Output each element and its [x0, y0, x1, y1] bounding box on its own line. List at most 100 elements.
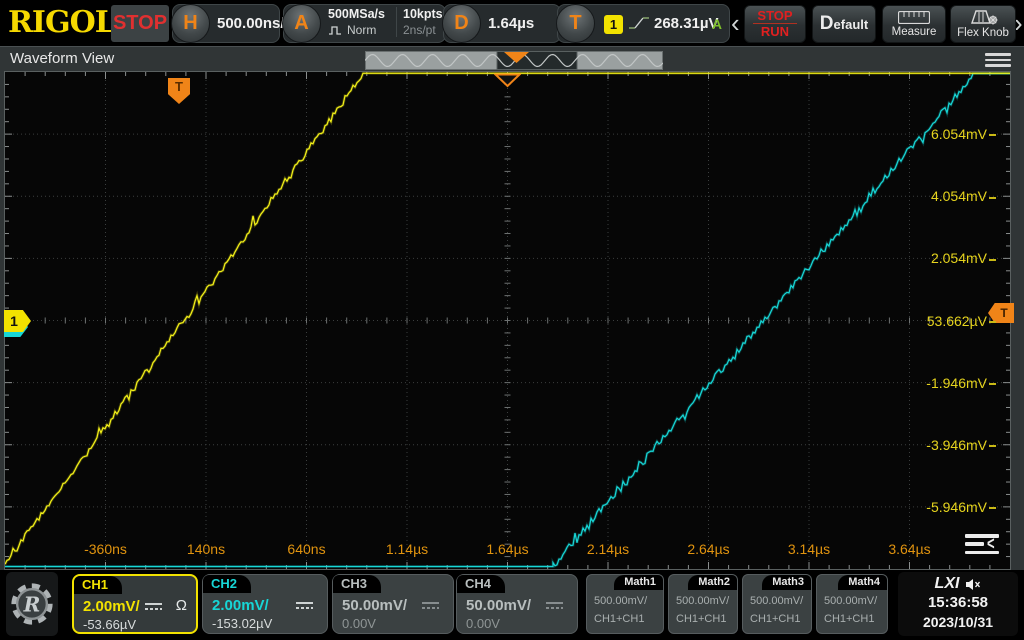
stop-run-button[interactable]: STOP RUN [744, 5, 806, 43]
delay-position-icon[interactable] [494, 73, 521, 88]
top-bar: RIGOL STOP H 500.00ns/ A 500MSa/s Norm 1… [0, 0, 1024, 46]
acquisition-rate-block: 500MSa/s Norm [328, 7, 394, 37]
math1-tab[interactable]: Math1 [614, 575, 663, 590]
ch3-tab[interactable]: CH3 [333, 575, 381, 593]
math-box-math1[interactable]: Math1 500.00mV/ CH1+CH1 [586, 574, 664, 634]
channel-box-ch2[interactable]: CH2 2.00mV/ -153.02µV [202, 574, 328, 634]
time-per-point: 2ns/pt [403, 23, 443, 37]
flex-knob-label: Flex Knob [957, 27, 1009, 39]
dc-coupling-icon [546, 602, 563, 611]
acquisition-group[interactable]: A 500MSa/s Norm 10kpts 2ns/pt [283, 4, 446, 43]
horizontal-knob[interactable]: H [171, 4, 210, 43]
math-box-math4[interactable]: Math4 500.00mV/ CH1+CH1 [816, 574, 888, 634]
y-axis-label: 2.054mV [931, 250, 996, 266]
trigger-status: A [712, 5, 722, 42]
system-status-box[interactable]: LXI 15:36:58 2023/10/31 [898, 572, 1018, 636]
ch2-offset: -153.02µV [212, 616, 272, 631]
math-box-math2[interactable]: Math2 500.00mV/ CH1+CH1 [668, 574, 738, 634]
horizontal-scale-value: 500.00ns/ [217, 5, 285, 42]
ch4-scale: 50.00mV/ [466, 597, 531, 614]
x-axis-label: 2.64µs [687, 541, 729, 557]
hamburger-menu-icon[interactable] [985, 53, 1011, 70]
collapse-menu-icon[interactable]: < [965, 534, 999, 558]
ch1-scale: 2.00mV/ [83, 598, 140, 615]
memory-depth: 10kpts [403, 7, 443, 21]
graticule-plot-area[interactable]: T T 1 < -360ns140ns640ns1.14µs1.64µs2.14… [4, 71, 1011, 570]
y-axis-label: -5.946mV [926, 499, 996, 515]
memory-depth-block: 10kpts 2ns/pt [396, 7, 443, 37]
ch2-scale: 2.00mV/ [212, 597, 269, 614]
channel-box-ch3[interactable]: CH3 50.00mV/ 0.00V [332, 574, 454, 634]
ch1-tab[interactable]: CH1 [74, 576, 122, 594]
math1-scale: 500.00mV/ [594, 595, 647, 607]
delay-value: 1.64µs [488, 5, 534, 42]
trigger-level-value: 268.31µV [654, 5, 719, 42]
channel-status-bar: R CH1 2.00mV/ Ω -53.66µV CH2 2.00mV/ -15… [0, 570, 1024, 640]
math4-tab[interactable]: Math4 [838, 575, 887, 590]
acquisition-mode: Norm [347, 23, 376, 37]
gear-icon: R [9, 581, 55, 627]
pulse-icon [328, 25, 343, 35]
clock-date: 2023/10/31 [898, 613, 1018, 631]
rising-edge-icon [628, 14, 650, 32]
rigol-logo: RIGOL [8, 5, 115, 40]
delay-group[interactable]: D 1.64µs [443, 4, 561, 43]
sample-rate: 500MSa/s [328, 7, 394, 21]
math2-expression: CH1+CH1 [676, 613, 726, 625]
measure-label: Measure [892, 26, 937, 38]
lxi-label: LXI [935, 575, 960, 593]
ch3-offset: 0.00V [342, 616, 376, 631]
speaker-muted-icon [965, 578, 981, 591]
horizontal-scale-group[interactable]: H 500.00ns/ [172, 4, 280, 43]
x-axis-label: -360ns [84, 541, 127, 557]
y-axis-label: -1.946mV [926, 375, 996, 391]
y-axis-label: 4.054mV [931, 188, 996, 204]
math4-expression: CH1+CH1 [824, 613, 874, 625]
stop-run-line1: STOP [753, 8, 796, 24]
run-state-indicator[interactable]: STOP [111, 5, 169, 42]
trigger-source-badge: 1 [604, 15, 623, 34]
measure-button[interactable]: Measure [882, 5, 946, 43]
default-button[interactable]: Default [812, 5, 876, 43]
x-axis-label: 1.14µs [386, 541, 428, 557]
y-axis-label: 6.054mV [931, 126, 996, 142]
math3-expression: CH1+CH1 [750, 613, 800, 625]
channel-box-ch4[interactable]: CH4 50.00mV/ 0.00V [456, 574, 578, 634]
x-axis-label: 140ns [187, 541, 225, 557]
waveform-overview-strip[interactable] [365, 51, 663, 70]
rigol-gear-logo[interactable]: R [6, 572, 58, 636]
toolbar-prev-icon[interactable]: ‹ [731, 4, 740, 42]
dc-coupling-icon [296, 602, 313, 611]
ch3-scale: 50.00mV/ [342, 597, 407, 614]
oscilloscope-screen: RIGOL STOP H 500.00ns/ A 500MSa/s Norm 1… [0, 0, 1024, 640]
x-axis-label: 3.14µs [788, 541, 830, 557]
trigger-knob[interactable]: T [556, 4, 595, 43]
clock-time: 15:36:58 [898, 593, 1018, 613]
ch2-tab[interactable]: CH2 [203, 575, 251, 593]
waveform-view-title: Waveform View [10, 50, 114, 67]
flex-knob-button[interactable]: Flex Knob [950, 5, 1016, 43]
math-box-math3[interactable]: Math3 500.00mV/ CH1+CH1 [742, 574, 812, 634]
y-axis-label: 53.662µV [927, 313, 996, 329]
math3-tab[interactable]: Math3 [762, 575, 811, 590]
x-axis-label: 1.64µs [486, 541, 528, 557]
ch4-offset: 0.00V [466, 616, 500, 631]
math2-tab[interactable]: Math2 [688, 575, 737, 590]
math3-scale: 500.00mV/ [750, 595, 803, 607]
channel-box-ch1[interactable]: CH1 2.00mV/ Ω -53.66µV [72, 574, 198, 634]
trigger-group[interactable]: T 1 268.31µV A [557, 4, 730, 43]
math2-scale: 500.00mV/ [676, 595, 729, 607]
y-axis-label: -3.946mV [926, 437, 996, 453]
delay-knob[interactable]: D [442, 4, 481, 43]
waveform-view-panel: Waveform View T T 1 < -360ns140ns640ns1.… [0, 46, 1024, 570]
ch1-impedance: Ω [176, 597, 187, 614]
knob-icon [968, 9, 998, 25]
x-axis-label: 3.64µs [888, 541, 930, 557]
x-axis-label: 640ns [287, 541, 325, 557]
dc-coupling-icon [422, 602, 439, 611]
stop-run-line2: RUN [761, 24, 789, 40]
ch4-tab[interactable]: CH4 [457, 575, 505, 593]
acquire-knob[interactable]: A [282, 4, 321, 43]
svg-text:R: R [23, 593, 41, 617]
dc-coupling-icon [145, 603, 162, 612]
